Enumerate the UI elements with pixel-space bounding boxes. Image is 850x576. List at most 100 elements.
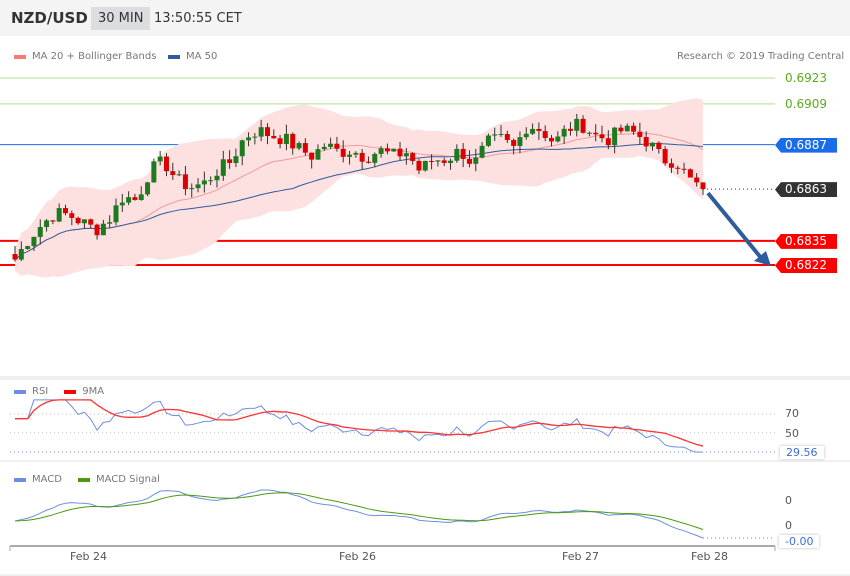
- candle-body: [441, 160, 447, 163]
- candle-body: [378, 148, 384, 154]
- candle-body: [132, 197, 138, 200]
- candle-body: [88, 219, 94, 225]
- candle-body: [182, 174, 188, 190]
- macd-line: [14, 489, 704, 539]
- candle-body: [416, 160, 422, 171]
- candle-body: [56, 208, 62, 222]
- candle-body: [485, 135, 491, 146]
- legend-swatch: [14, 54, 26, 59]
- x-label-feb27: Feb 27: [562, 550, 599, 563]
- candle-body: [176, 174, 182, 176]
- price-tag-resistance: 0.6923: [775, 71, 837, 86]
- candle-body: [208, 180, 214, 182]
- candle-body: [410, 153, 416, 161]
- candle-body: [119, 202, 125, 206]
- candle-body: [258, 127, 264, 137]
- candle-body: [384, 148, 390, 152]
- legend-label: MA 50: [186, 51, 218, 62]
- candle-body: [429, 160, 435, 162]
- candle-body: [530, 128, 536, 134]
- copyright: Research © 2019 Trading Central: [677, 51, 845, 62]
- price-tag-support: 0.6835: [775, 233, 837, 249]
- candle-body: [290, 133, 296, 149]
- candle-body: [593, 132, 599, 135]
- candle-body: [612, 127, 618, 146]
- candle-body: [656, 142, 662, 150]
- candle-body: [201, 180, 207, 185]
- candle-body: [220, 159, 226, 176]
- candle-body: [296, 143, 302, 149]
- candle-body: [347, 154, 353, 157]
- rsi-level-50: 50: [785, 427, 799, 440]
- candle-body: [511, 140, 517, 146]
- candle-body: [549, 137, 555, 142]
- candle-body: [50, 220, 56, 222]
- candle-body: [107, 222, 113, 224]
- candle-body: [163, 156, 169, 172]
- macd-signal-line: [14, 492, 704, 530]
- candle-body: [302, 143, 308, 153]
- bollinger-band: [15, 98, 703, 278]
- candle-body: [473, 157, 479, 164]
- candle-body: [448, 160, 454, 163]
- candle-body: [359, 152, 365, 162]
- candle-body: [69, 213, 75, 218]
- legend-ma50: MA 50: [168, 51, 217, 62]
- candle-body: [372, 153, 378, 163]
- rsi-value-tag: 29.56: [780, 446, 824, 459]
- candle-body: [113, 205, 119, 223]
- candle-body: [157, 156, 163, 162]
- candle-body: [422, 160, 428, 171]
- candle-body: [403, 153, 409, 157]
- candle-body: [637, 131, 643, 137]
- candle-body: [668, 163, 674, 168]
- candle-body: [195, 184, 201, 189]
- rsi-level-70: 70: [785, 407, 799, 420]
- legend-label: 9MA: [82, 386, 105, 397]
- candle-body: [31, 236, 37, 247]
- macd-tick-bottom: 0: [785, 519, 792, 532]
- candle-body: [498, 134, 504, 136]
- candle-body: [555, 136, 561, 142]
- legend-swatch: [77, 477, 90, 482]
- candle-body: [277, 138, 283, 145]
- candle-body: [580, 118, 586, 133]
- candle-body: [492, 134, 498, 136]
- candle-body: [618, 127, 624, 132]
- legend-label: RSI: [32, 386, 49, 397]
- legend-swatch: [168, 54, 180, 59]
- candle-body: [435, 160, 441, 162]
- candle-body: [365, 161, 371, 163]
- candle-body: [681, 168, 687, 170]
- candle-body: [18, 249, 24, 260]
- candle-body: [574, 118, 580, 131]
- candle-body: [189, 188, 195, 190]
- price-tag-support: 0.6822: [775, 258, 837, 273]
- candle-body: [94, 224, 100, 236]
- candle-body: [25, 246, 31, 250]
- macd-tick-top: 0: [785, 494, 792, 507]
- x-label-feb24: Feb 24: [70, 550, 107, 563]
- macd-value-tag: -0.00: [779, 535, 820, 548]
- candle-body: [542, 131, 548, 138]
- candle-body: [328, 143, 334, 147]
- candle-body: [145, 182, 151, 195]
- candle-body: [454, 148, 460, 161]
- candle-body: [662, 149, 668, 164]
- candle-body: [586, 132, 592, 134]
- candle-body: [460, 148, 466, 159]
- candle-body: [687, 169, 693, 178]
- legend-swatch: [14, 389, 26, 394]
- candle-body: [321, 146, 327, 150]
- candle-body: [239, 140, 245, 157]
- chart-canvas[interactable]: [0, 0, 850, 576]
- candle-body: [523, 133, 529, 138]
- candle-body: [334, 143, 340, 149]
- candle-body: [81, 219, 87, 224]
- legend-label: MA 20 + Bollinger Bands: [32, 51, 157, 62]
- candle-body: [353, 152, 359, 155]
- candle-body: [675, 167, 681, 169]
- candle-body: [246, 137, 252, 141]
- candle-body: [599, 134, 605, 139]
- legend-swatch: [14, 477, 26, 482]
